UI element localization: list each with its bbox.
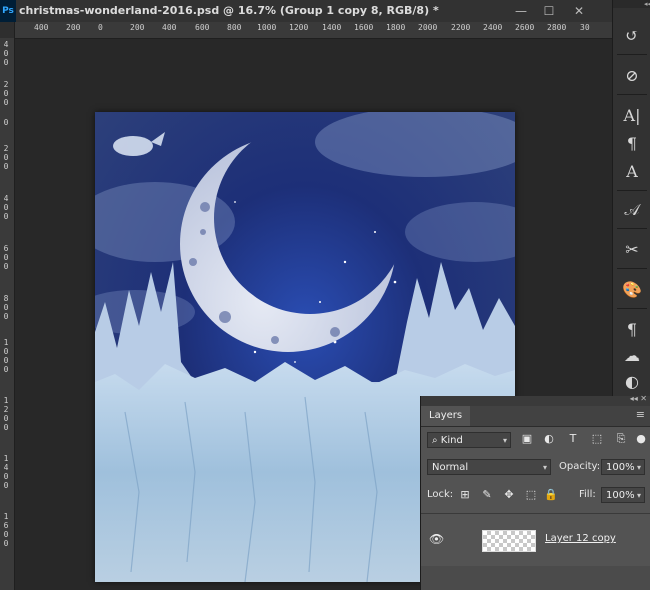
ruler-tick-label: 2600 [515, 23, 535, 32]
fill-label: Fill: [579, 489, 596, 500]
layers-panel-header: ◂◂ ✕ [421, 394, 650, 406]
filter-kind-select[interactable]: ⌕ Kind ▾ [427, 432, 511, 448]
photoshop-logo: Ps [0, 0, 16, 22]
lock-all-icon[interactable]: 🔒 [543, 487, 559, 503]
chevron-down-icon: ▾ [542, 463, 547, 472]
toolbar-divider [617, 94, 647, 95]
fill-field[interactable]: 100% ▾ [601, 487, 645, 503]
ruler-tick-label: 2 0 0 [3, 80, 9, 107]
ruler-tick-label: 400 [34, 23, 49, 32]
toolbar-divider [617, 268, 647, 269]
ruler-tick-label: 0 [3, 118, 9, 127]
chevron-down-icon: ▾ [502, 436, 507, 445]
ruler-tick-label: 2400 [483, 23, 503, 32]
ruler-tick-label: 4 0 0 [3, 194, 9, 221]
color-icon[interactable]: ◐ [619, 370, 645, 394]
filter-smart-object-icon[interactable]: ⎘ [613, 431, 629, 447]
lock-label: Lock: [427, 489, 454, 500]
adjustments-icon[interactable]: ⊘ [619, 64, 645, 88]
opacity-label: Opacity: [559, 461, 601, 472]
character-style-icon[interactable]: A [619, 160, 645, 184]
opacity-field[interactable]: 100% ▾ [601, 459, 645, 475]
ruler-tick-label: 800 [227, 23, 242, 32]
layer-name[interactable]: Layer 12 copy [545, 532, 616, 546]
blend-opacity-row: Normal ▾ Opacity: 100% ▾ [421, 455, 650, 479]
minimize-button[interactable]: — [508, 0, 534, 22]
panel-collapse-close[interactable]: ◂◂ ✕ [630, 394, 647, 403]
blend-mode-select[interactable]: Normal ▾ [427, 459, 551, 475]
ruler-tick-label: 2000 [418, 23, 438, 32]
filter-pixel-icon[interactable]: ▣ [519, 431, 535, 447]
filter-toggle-icon[interactable]: ● [633, 431, 649, 447]
document-tab-title[interactable]: christmas-wonderland-2016.psd @ 16.7% (G… [19, 0, 439, 22]
layer-row[interactable]: 👁 Layer 12 copy [421, 513, 650, 567]
document-titlebar: Ps christmas-wonderland-2016.psd @ 16.7%… [0, 0, 612, 23]
filter-kind-label: Kind [440, 435, 463, 446]
blend-mode-value: Normal [432, 462, 469, 473]
ruler-tick-label: 0 [98, 23, 103, 32]
ruler-tick-label: 1200 [289, 23, 309, 32]
swatches-icon[interactable]: 🎨 [619, 278, 645, 302]
tab-layers[interactable]: Layers [421, 406, 471, 426]
ruler-tick-label: 2800 [547, 23, 567, 32]
toolbar-divider [617, 308, 647, 309]
vertical-ruler[interactable]: 4 0 0 2 0 0 0 2 0 0 4 0 0 6 0 0 8 0 0 1 … [0, 38, 15, 590]
eye-icon[interactable]: 👁 [429, 532, 444, 546]
layer-thumbnail [482, 530, 536, 552]
opacity-value: 100% [606, 462, 635, 473]
layers-panel: ◂◂ ✕ Layers ≡ ⌕ Kind ▾ ▣ ◐ T ⬚ ⎘ ● Norma… [420, 394, 650, 590]
paragraph-style-icon[interactable]: ¶ [619, 318, 645, 342]
ruler-tick-label: 1 6 0 0 [3, 512, 9, 548]
dock-collapse-toggle[interactable]: ◂◂ [613, 0, 650, 8]
ruler-tick-label: 8 0 0 [3, 294, 9, 321]
ruler-tick-label: 200 [130, 23, 145, 32]
ruler-tick-label: 1000 [257, 23, 277, 32]
tools-icon[interactable]: ✂ [619, 238, 645, 262]
ruler-tick-label: 2 0 0 [3, 144, 9, 171]
ruler-tick-label: 6 0 0 [3, 244, 9, 271]
chevron-down-icon: ▾ [636, 491, 641, 500]
toolbar-divider [617, 228, 647, 229]
paragraph-icon[interactable]: ¶ [619, 132, 645, 156]
character-icon[interactable]: A| [619, 104, 645, 128]
ruler-tick-label: 1400 [322, 23, 342, 32]
lock-artboard-icon[interactable]: ⬚ [523, 487, 539, 503]
glyph-icon[interactable]: 𝒜 [619, 198, 645, 222]
libraries-icon[interactable]: ☁ [619, 344, 645, 368]
filter-adjustment-icon[interactable]: ◐ [541, 431, 557, 447]
filter-type-icon[interactable]: T [565, 431, 581, 447]
layers-panel-tabs: Layers ≡ [421, 406, 650, 427]
lock-fill-row: Lock: ⊞ ✎ ✥ ⬚ 🔒 Fill: 100% ▾ [421, 483, 650, 507]
ruler-origin-corner[interactable] [0, 22, 15, 38]
chevron-down-icon: ▾ [636, 463, 641, 472]
ruler-tick-label: 200 [66, 23, 81, 32]
ruler-tick-label: 1600 [354, 23, 374, 32]
history-brush-icon[interactable]: ↺ [619, 24, 645, 48]
ruler-tick-label: 600 [195, 23, 210, 32]
ruler-tick-label: 1800 [386, 23, 406, 32]
ruler-tick-label: 2200 [451, 23, 471, 32]
toolbar-divider [617, 54, 647, 55]
panel-menu-icon[interactable]: ≡ [636, 408, 645, 421]
ruler-tick-label: 1 0 0 0 [3, 338, 9, 374]
ruler-tick-label: 400 [162, 23, 177, 32]
close-button[interactable]: ✕ [566, 0, 592, 22]
fill-value: 100% [606, 490, 635, 501]
ruler-tick-label: 1 2 0 0 [3, 396, 9, 432]
maximize-button[interactable]: ☐ [536, 0, 562, 22]
ruler-tick-label: 1 4 0 0 [3, 454, 9, 490]
ruler-tick-label: 4 0 0 [3, 40, 9, 67]
horizontal-ruler[interactable]: 400 200 0 200 400 600 800 1000 1200 1400… [0, 22, 612, 39]
search-icon: ⌕ [432, 435, 441, 446]
lock-transparent-icon[interactable]: ⊞ [457, 487, 473, 503]
layer-filter-row: ⌕ Kind ▾ ▣ ◐ T ⬚ ⎘ ● [421, 427, 650, 451]
toolbar-divider [617, 190, 647, 191]
ruler-tick-label: 30 [580, 23, 590, 32]
filter-shape-icon[interactable]: ⬚ [589, 431, 605, 447]
layer-row[interactable] [421, 566, 650, 590]
lock-position-icon[interactable]: ✥ [501, 487, 517, 503]
lock-image-icon[interactable]: ✎ [479, 487, 495, 503]
